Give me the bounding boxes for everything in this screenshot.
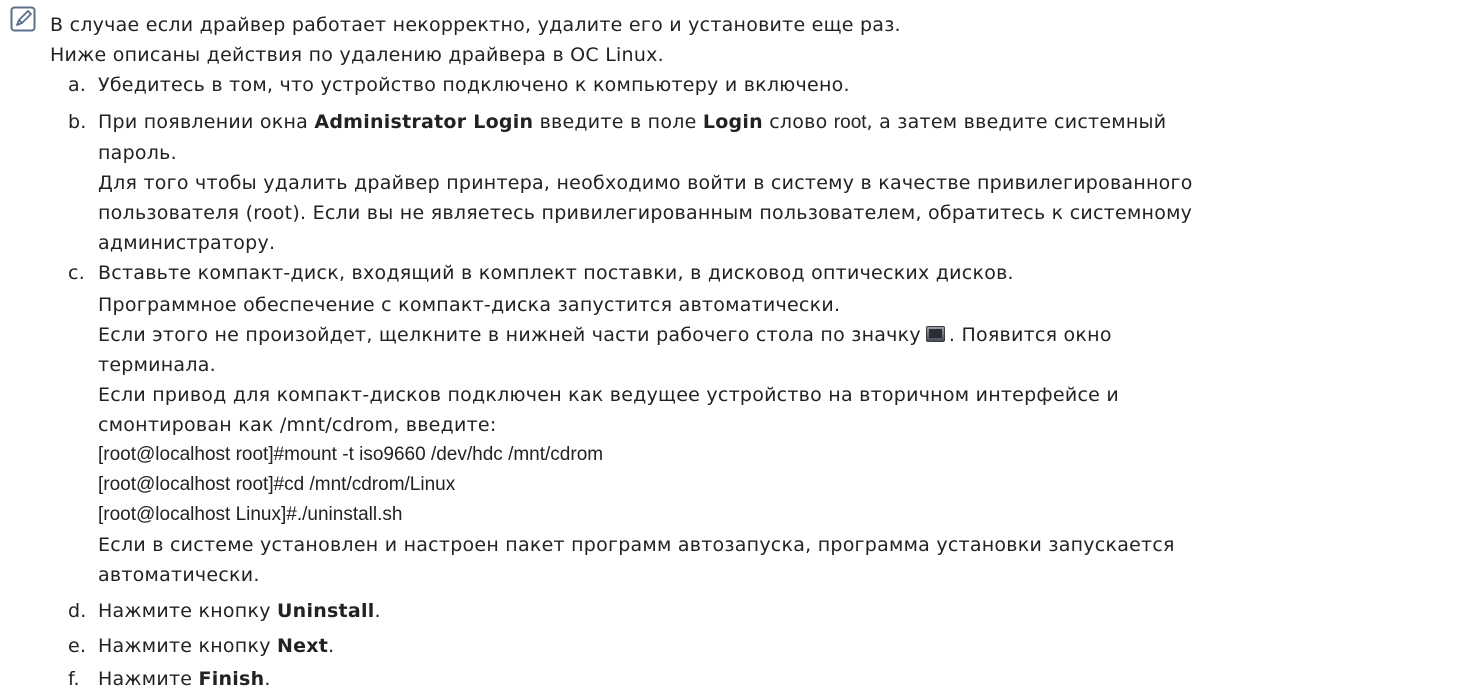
step-e-prefix: Нажмите кнопку [98,635,277,657]
step-c-line-1: Вставьте компакт-диск, входящий в компле… [98,262,1014,284]
step-c-letter: c. [68,262,85,284]
step-b-letter: b. [68,111,87,133]
step-d-prefix: Нажмите кнопку [98,600,277,622]
step-b-line-3: Для того чтобы удалить драйвер принтера,… [98,172,1193,194]
command-mount: [root@localhost root]#mount -t iso9660 /… [98,444,604,465]
step-a-letter: a. [68,74,87,96]
step-b-line-2: пароль. [98,142,177,164]
step-f-prefix: Нажмите [98,668,199,690]
command-uninstall: [root@localhost Linux]#./uninstall.sh [98,504,403,525]
step-c-line-7: Если в системе установлен и настроен пак… [98,534,1175,556]
root-word: root [833,112,867,133]
step-d-letter: d. [68,600,87,622]
step-f-text: Нажмите Finish. [98,664,1448,694]
uninstall-button-label: Uninstall [276,600,375,622]
note-line-2: Ниже описаны действия по удалению драйве… [50,44,664,66]
step-c-text: Если этого не произойдет, щелкните в ниж… [98,324,921,346]
step-d-text: Нажмите кнопку Uninstall. [98,596,1448,626]
step-c-line-4: терминала. [98,354,216,376]
step-e-letter: e. [68,635,87,657]
step-c-line-6: смонтирован как /mnt/cdrom, введите: [98,414,497,436]
step-f-letter: f. [68,668,80,690]
step-e-text: Нажмите кнопку Next. [98,631,1448,661]
login-field-label: Login [702,111,763,133]
step-a-text: Убедитесь в том, что устройство подключе… [98,74,850,96]
step-f-suffix: . [264,668,271,690]
step-e-suffix: . [328,635,335,657]
command-cd: [root@localhost root]#cd /mnt/cdrom/Linu… [98,474,456,495]
step-b-text: При появлении окна [98,111,315,133]
step-b-line-5: администратору. [98,232,276,254]
step-c-line-8: автоматически. [98,564,260,586]
next-button-label: Next [276,635,329,657]
administrator-login-label: Administrator Login [314,111,534,133]
step-b-text: слово [762,111,834,133]
step-b-text: , а затем введите системный [866,111,1167,133]
finish-button-label: Finish [198,668,265,690]
step-b-text: введите в поле [533,111,703,133]
step-b-line-1: При появлении окна Administrator Login в… [98,107,1448,138]
step-c-line-5: Если привод для компакт-дисков подключен… [98,384,1119,406]
pencil-note-icon [10,6,36,32]
terminal-icon[interactable] [925,326,945,342]
step-b-line-4: пользователя (root). Если вы не являетес… [98,202,1193,224]
step-c-text: . Появится окно [948,324,1112,346]
step-d-suffix: . [374,600,381,622]
note-line-1: В случае если драйвер работает некоррект… [50,14,901,36]
step-c-line-2: Программное обеспечение с компакт-диска … [98,294,841,316]
step-c-line-3: Если этого не произойдет, щелкните в ниж… [98,320,1448,350]
